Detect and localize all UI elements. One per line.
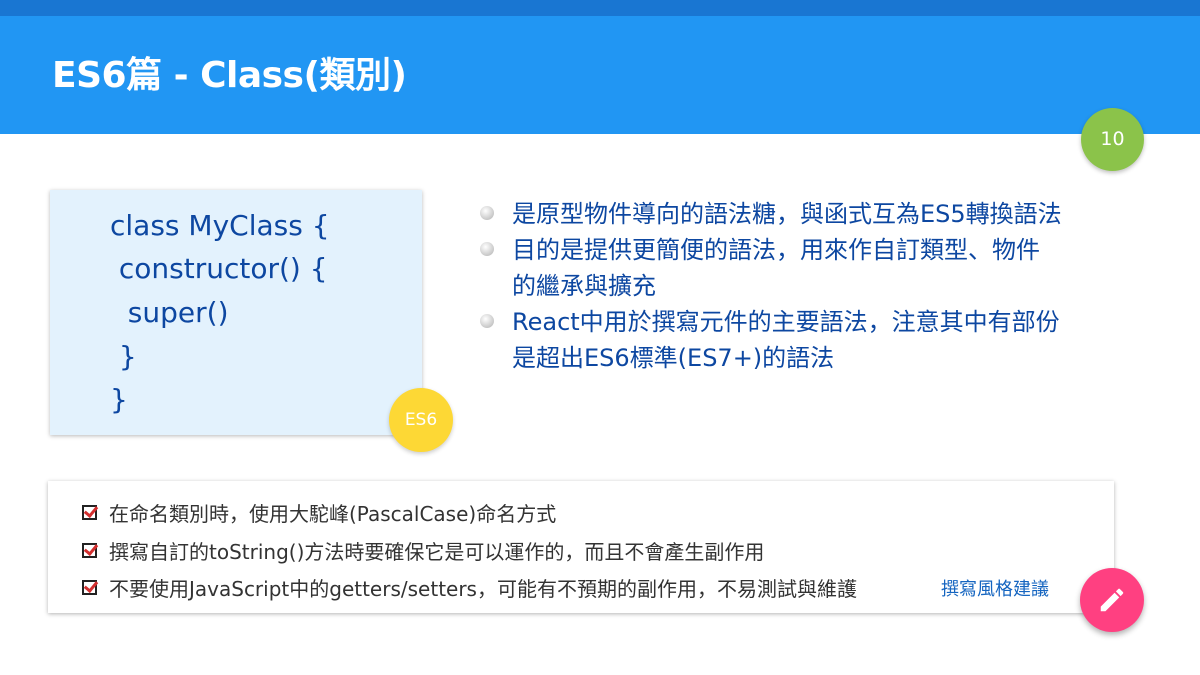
note-item: 在命名類別時，使用大駝峰(PascalCase)命名方式 — [82, 497, 556, 527]
checkbox-checked-icon — [82, 504, 97, 520]
bullet-item: 目的是提供更簡便的語法，用來作自訂類型、物件 的繼承與擴充 — [478, 232, 1138, 304]
edit-fab-button[interactable] — [1080, 568, 1144, 632]
bullet-dot-icon — [480, 314, 494, 328]
bullet-text: 目的是提供更簡便的語法，用來作自訂類型、物件 — [512, 236, 1040, 264]
style-notes-box: 在命名類別時，使用大駝峰(PascalCase)命名方式 撰寫自訂的toStri… — [48, 481, 1114, 613]
page-number-badge: 10 — [1081, 108, 1144, 171]
checkbox-checked-icon — [82, 542, 97, 558]
top-accent-bar — [0, 0, 1200, 16]
bullet-text: 是原型物件導向的語法糖，與函式互為ES5轉換語法 — [512, 200, 1062, 228]
bullet-dot-icon — [480, 242, 494, 256]
es6-badge: ES6 — [389, 388, 453, 452]
checkbox-checked-icon — [82, 579, 97, 595]
code-line: constructor() { — [110, 252, 328, 285]
style-guide-link[interactable]: 撰寫風格建議 — [941, 575, 1049, 601]
bullet-dot-icon — [480, 206, 494, 220]
code-line: } — [110, 383, 128, 416]
note-item: 撰寫自訂的toString()方法時要確保它是可以運作的，而且不會產生副作用 — [82, 535, 764, 565]
bullet-item: 是原型物件導向的語法糖，與函式互為ES5轉換語法 — [478, 196, 1138, 232]
code-sample-box: class MyClass { constructor() { super() … — [50, 190, 422, 435]
bullet-text-continued: 是超出ES6標準(ES7+)的語法 — [512, 344, 835, 372]
note-text: 在命名類別時，使用大駝峰(PascalCase)命名方式 — [109, 501, 557, 526]
bullet-text: React中用於撰寫元件的主要語法，注意其中有部份 — [512, 308, 1060, 336]
slide-title: ES6篇 - Class(類別) — [52, 55, 407, 96]
note-text: 不要使用JavaScript中的getters/setters，可能有不預期的副… — [109, 576, 857, 601]
bullet-list: 是原型物件導向的語法糖，與函式互為ES5轉換語法 目的是提供更簡便的語法，用來作… — [478, 196, 1138, 376]
bullet-text-continued: 的繼承與擴充 — [512, 272, 656, 300]
code-line: class MyClass { — [110, 209, 330, 242]
note-text: 撰寫自訂的toString()方法時要確保它是可以運作的，而且不會產生副作用 — [109, 539, 765, 564]
code-line: } — [110, 340, 137, 373]
pencil-icon — [1100, 588, 1124, 612]
code-line: super() — [110, 296, 229, 329]
bullet-item: React中用於撰寫元件的主要語法，注意其中有部份 是超出ES6標準(ES7+)… — [478, 304, 1138, 376]
note-item: 不要使用JavaScript中的getters/setters，可能有不預期的副… — [82, 572, 857, 602]
